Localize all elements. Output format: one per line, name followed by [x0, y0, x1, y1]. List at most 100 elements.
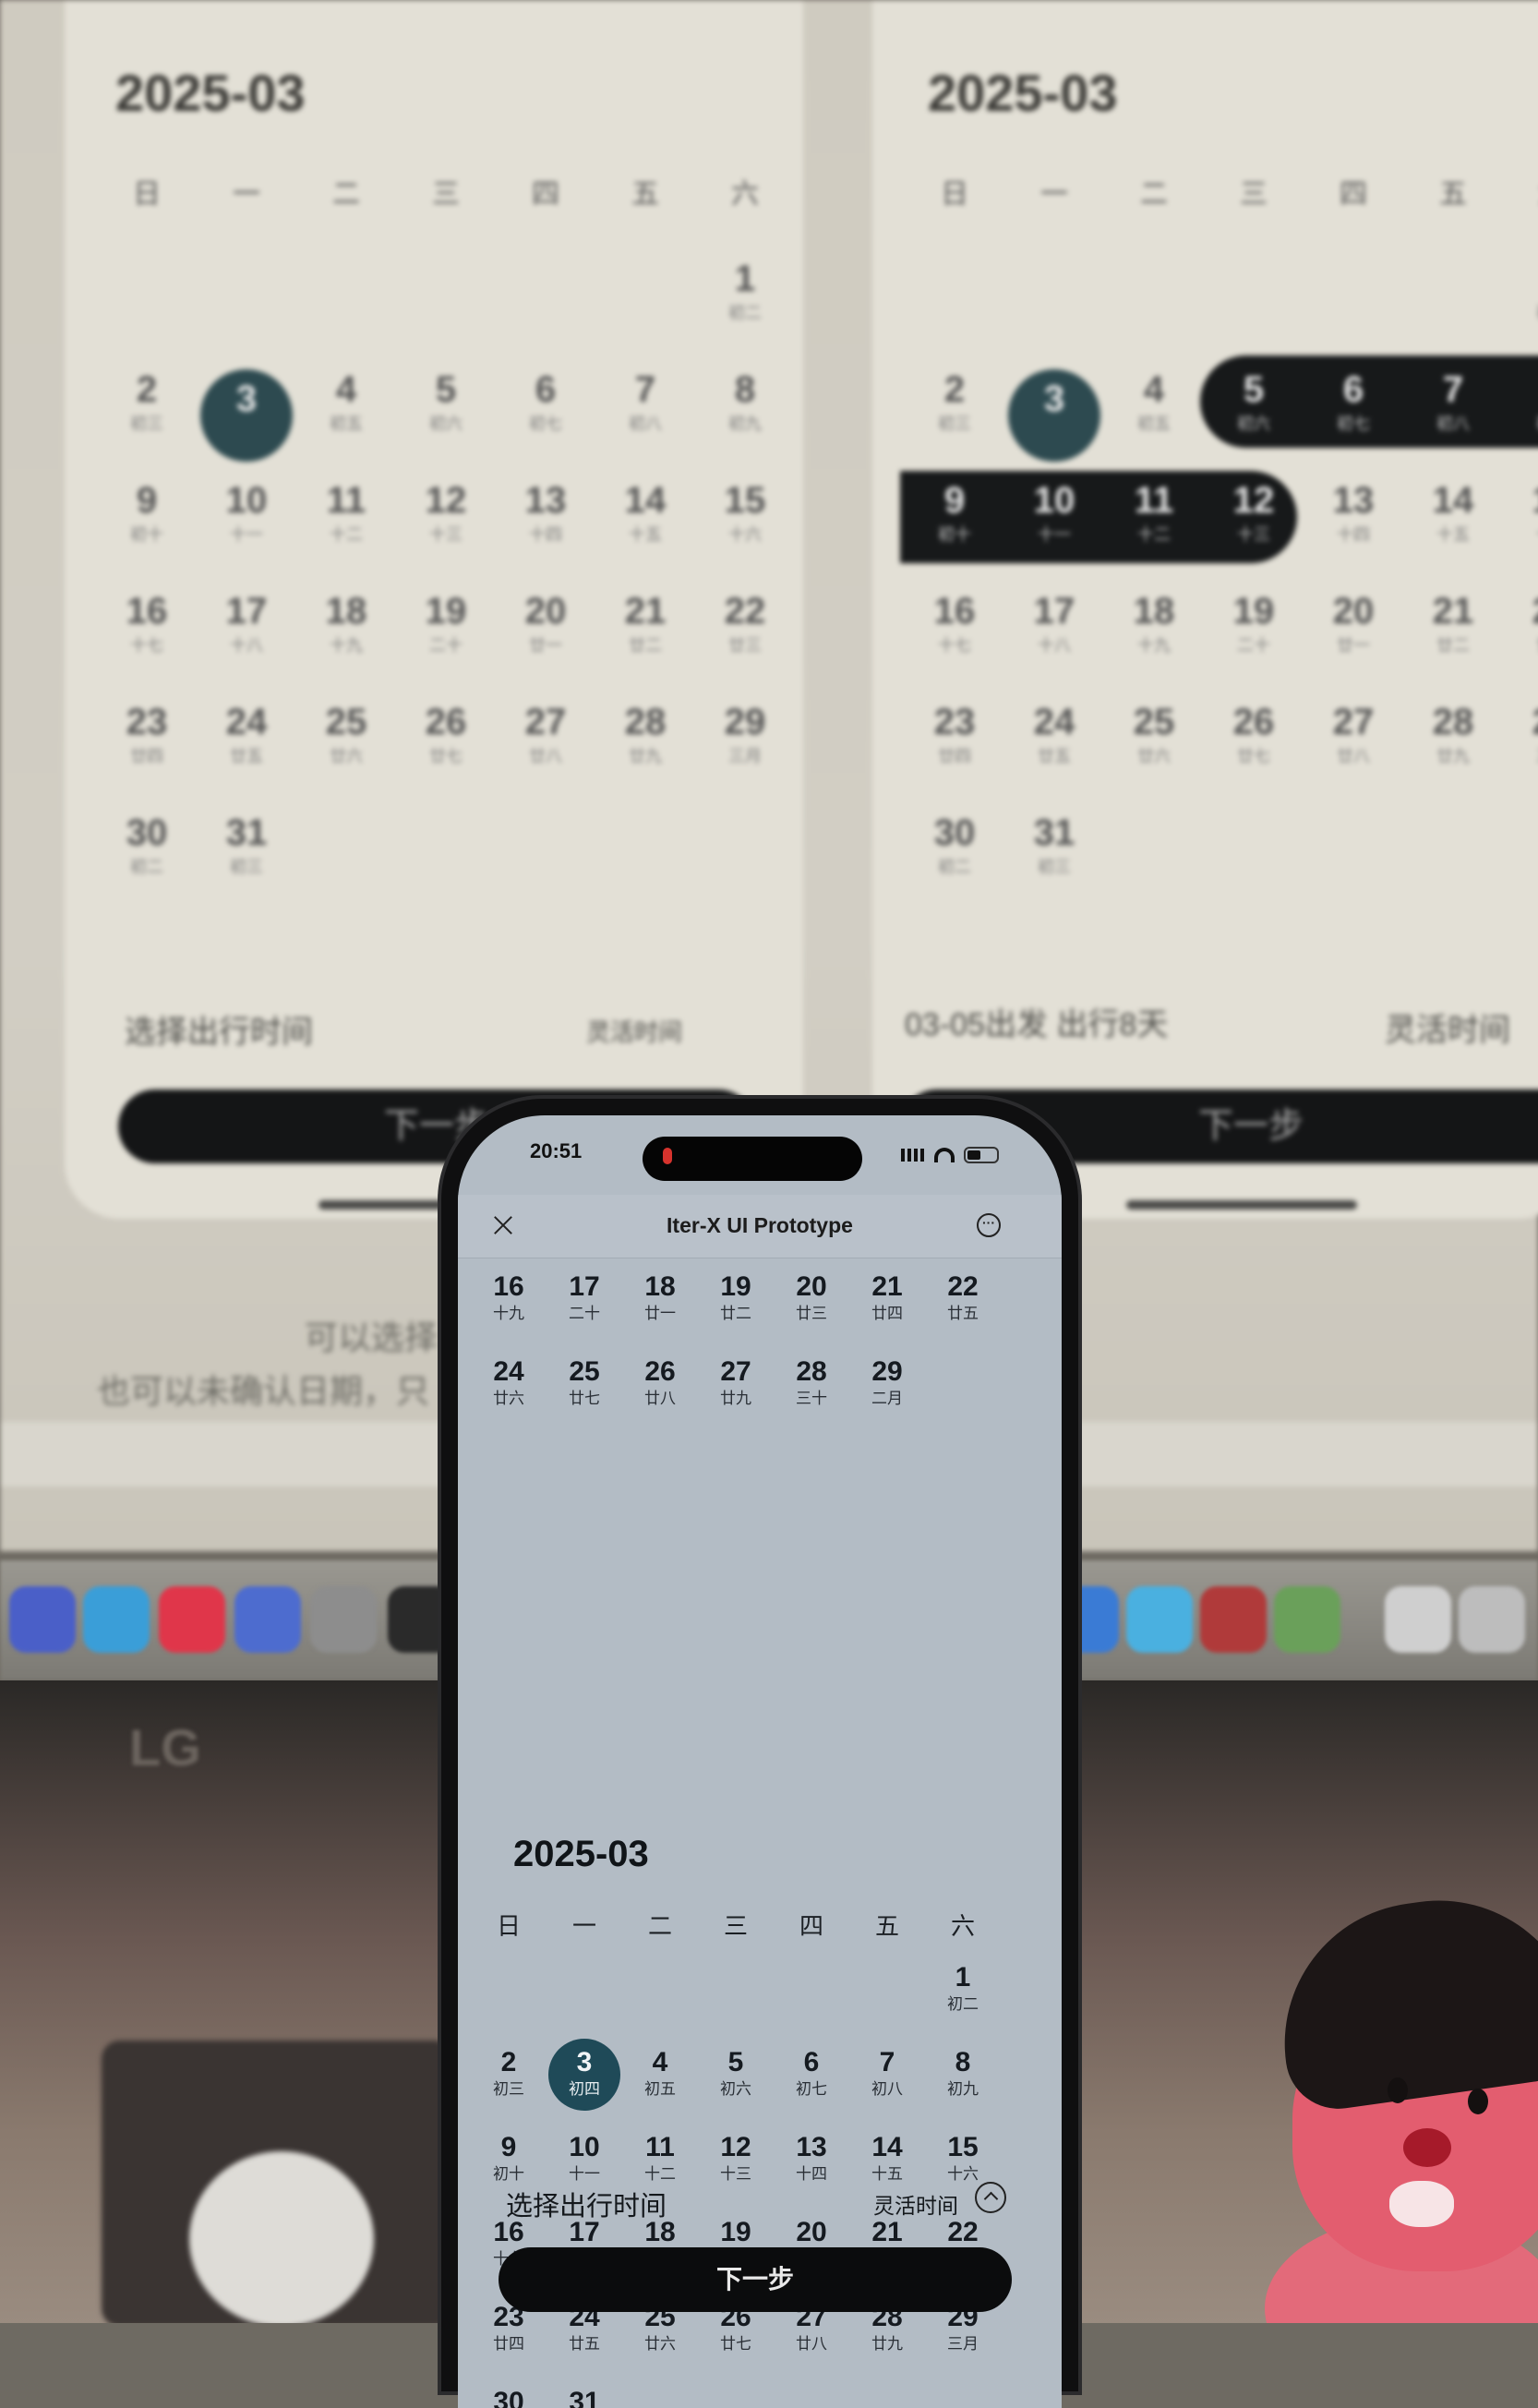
empty-day-cell [849, 1954, 925, 2039]
day-cell[interactable]: 25 廿七 [547, 1348, 622, 1433]
day-cell[interactable]: 20 廿三 [774, 1263, 849, 1348]
bg-day-cell: 26 廿七 [1204, 702, 1304, 813]
flexible-time-label[interactable]: 灵活时间 [873, 2188, 958, 2220]
lunar-date: 初七 [796, 2080, 827, 2098]
bg-day-cell: 24 廿五 [197, 702, 296, 813]
app-grid-icon [234, 1586, 301, 1653]
day-number: 3 [576, 2047, 593, 2077]
chevron-up-icon[interactable] [975, 2182, 1006, 2213]
day-cell[interactable]: 17 二十 [547, 1263, 622, 1348]
bg-lunar-date: 初十 [938, 525, 971, 544]
bg-lunar-date: 三月 [1503, 743, 1538, 767]
day-cell[interactable]: 31初三 [547, 2378, 622, 2408]
day-cell[interactable]: 12 十三 [698, 2124, 774, 2209]
bg-day-number: 30 [933, 813, 976, 853]
day-cell[interactable]: 24 廿六 [471, 1348, 547, 1433]
day-cell[interactable]: 21 廿四 [849, 1263, 925, 1348]
lunar-date: 廿八 [644, 1390, 676, 1407]
status-bar: 20:51 [458, 1115, 1062, 1195]
bg-week-row: 16 十七 17 十八 18 十九 19 二十 20 廿一 21 廿二 22廿三 [905, 591, 1538, 702]
day-cell[interactable]: 16 十九 [471, 1263, 547, 1348]
bg-lunar-date: 十一 [1038, 525, 1071, 544]
bg-day-number: 23 [126, 702, 168, 742]
day-number: 14 [871, 2132, 903, 2162]
bg-day-cell: 6 初七 [496, 369, 595, 480]
bg-day-number: 16 [933, 591, 976, 632]
next-button[interactable]: 下一步 [499, 2247, 1012, 2312]
lunar-date: 廿六 [493, 1390, 524, 1407]
bg-days-left: 1 初二 2 初三 3 4 初五 5 初六 6 初七 7 初八 8 初九 9 初十 10 十一 11 十二 12 十三 13 十… [97, 259, 795, 923]
day-cell[interactable]: 26 廿八 [622, 1348, 698, 1433]
lunar-date: 十四 [796, 2165, 827, 2183]
lunar-date: 廿七 [569, 1390, 600, 1407]
bg-day-cell [197, 259, 296, 369]
bg-lunar-date: 初六 [429, 415, 463, 433]
bg-day-cell: 17 十八 [1004, 591, 1104, 702]
bg-month-title-right: 2025-03 [928, 64, 1118, 122]
bg-lunar-date: 廿五 [1038, 747, 1071, 765]
day-cell[interactable]: 19 廿二 [698, 1263, 774, 1348]
bg-weekday-label: 三 [432, 179, 460, 210]
bg-week-row: 2 初三 3 4 初五 5 初六 6 初七 7 初八 8初九 [905, 369, 1538, 480]
bg-week-row: 1初二 [905, 259, 1538, 369]
bg-lunar-date: 十二 [1137, 525, 1171, 544]
day-cell[interactable]: 18 廿一 [622, 1263, 698, 1348]
day-cell[interactable]: 2 初三 [471, 2039, 547, 2124]
day-number: 10 [569, 2132, 600, 2162]
discord-icon [9, 1586, 76, 1653]
bg-day-cell: 28 廿九 [595, 702, 695, 813]
bg-day-number: 10 [1033, 480, 1075, 521]
bg-lunar-date: 初二 [938, 858, 971, 876]
lunar-date: 廿四 [871, 1305, 903, 1322]
bg-day-cell: 7 初八 [1403, 369, 1503, 480]
bg-day-number: 12 [425, 480, 467, 521]
day-cell[interactable]: 1 初二 [925, 1954, 1001, 2039]
day-cell[interactable]: 8 初九 [925, 2039, 1001, 2124]
bg-day-cell: 14 十五 [595, 480, 695, 591]
bg-day-cell: 10 十一 [1004, 480, 1104, 591]
day-number: 28 [796, 1356, 827, 1387]
day-cell[interactable]: 27 廿九 [698, 1348, 774, 1433]
bg-day-number: 10 [225, 480, 268, 521]
bg-lunar-date: 初二 [1503, 300, 1538, 324]
bg-day-number: 4 [335, 369, 357, 410]
day-cell[interactable]: 3 初四 [547, 2039, 622, 2124]
bg-lunar-date: 廿九 [1436, 747, 1470, 765]
lunar-date: 初二 [947, 1995, 979, 2013]
bg-lunar-date: 初六 [1237, 415, 1270, 433]
day-cell[interactable]: 5 初六 [698, 2039, 774, 2124]
bg-day-number: 11 [326, 480, 366, 521]
more-options-icon[interactable]: ··· [977, 1213, 1001, 1237]
bg-weekday-row-right: 日一二三四五六 [905, 171, 1538, 211]
day-cell[interactable]: 29 二月 [849, 1348, 925, 1433]
bg-lunar-date: 廿三 [1503, 632, 1538, 656]
day-cell[interactable]: 6 初七 [774, 2039, 849, 2124]
bg-lunar-date: 初八 [629, 415, 662, 433]
weekday-label: 六 [950, 1912, 975, 1940]
trash-icon [1459, 1586, 1525, 1653]
day-number: 12 [720, 2132, 751, 2162]
bg-day-cell: 28 廿九 [1403, 702, 1503, 813]
bg-lunar-date: 十八 [1038, 636, 1071, 655]
bg-day-cell: 27 廿八 [1304, 702, 1403, 813]
day-cell[interactable]: 28 三十 [774, 1348, 849, 1433]
lunar-date: 十五 [871, 2165, 903, 2183]
day-cell[interactable]: 4 初五 [622, 2039, 698, 2124]
lunar-date: 廿八 [796, 2335, 827, 2353]
bg-lunar-date: 廿四 [130, 747, 163, 765]
day-cell[interactable]: 7 初八 [849, 2039, 925, 2124]
day-cell[interactable]: 22 廿五 [925, 1263, 1001, 1348]
bg-calendar-panel-left: 2025-03 日 一 二 三 四 五 六 1 初二 2 初三 3 4 初五 5 初六 6 初七 7 初八 8 初九 9 初… [65, 0, 803, 1219]
bg-day-cell: 9 初十 [97, 480, 197, 591]
day-cell[interactable]: 30初二 [471, 2378, 547, 2408]
bg-day-cell: 11 十二 [1104, 480, 1204, 591]
bg-day-cell: 19 二十 [396, 591, 496, 702]
day-cell[interactable]: 13 十四 [774, 2124, 849, 2209]
bg-week-row: 9 初十 10 十一 11 十二 12 十三 13 十四 14 十五 15十六 [905, 480, 1538, 591]
bg-lunar-date: 初七 [529, 415, 562, 433]
bg-day-number: 6 [1342, 369, 1364, 410]
bg-day-number: 14 [624, 480, 667, 521]
bg-day-cell: 15 十六 [695, 480, 795, 591]
week-row: 16 十九 17 二十 18 廿一 19 廿二 20 廿三 21 廿四 22 廿五 [471, 1263, 1001, 1348]
bg-day-cell [1004, 259, 1104, 369]
